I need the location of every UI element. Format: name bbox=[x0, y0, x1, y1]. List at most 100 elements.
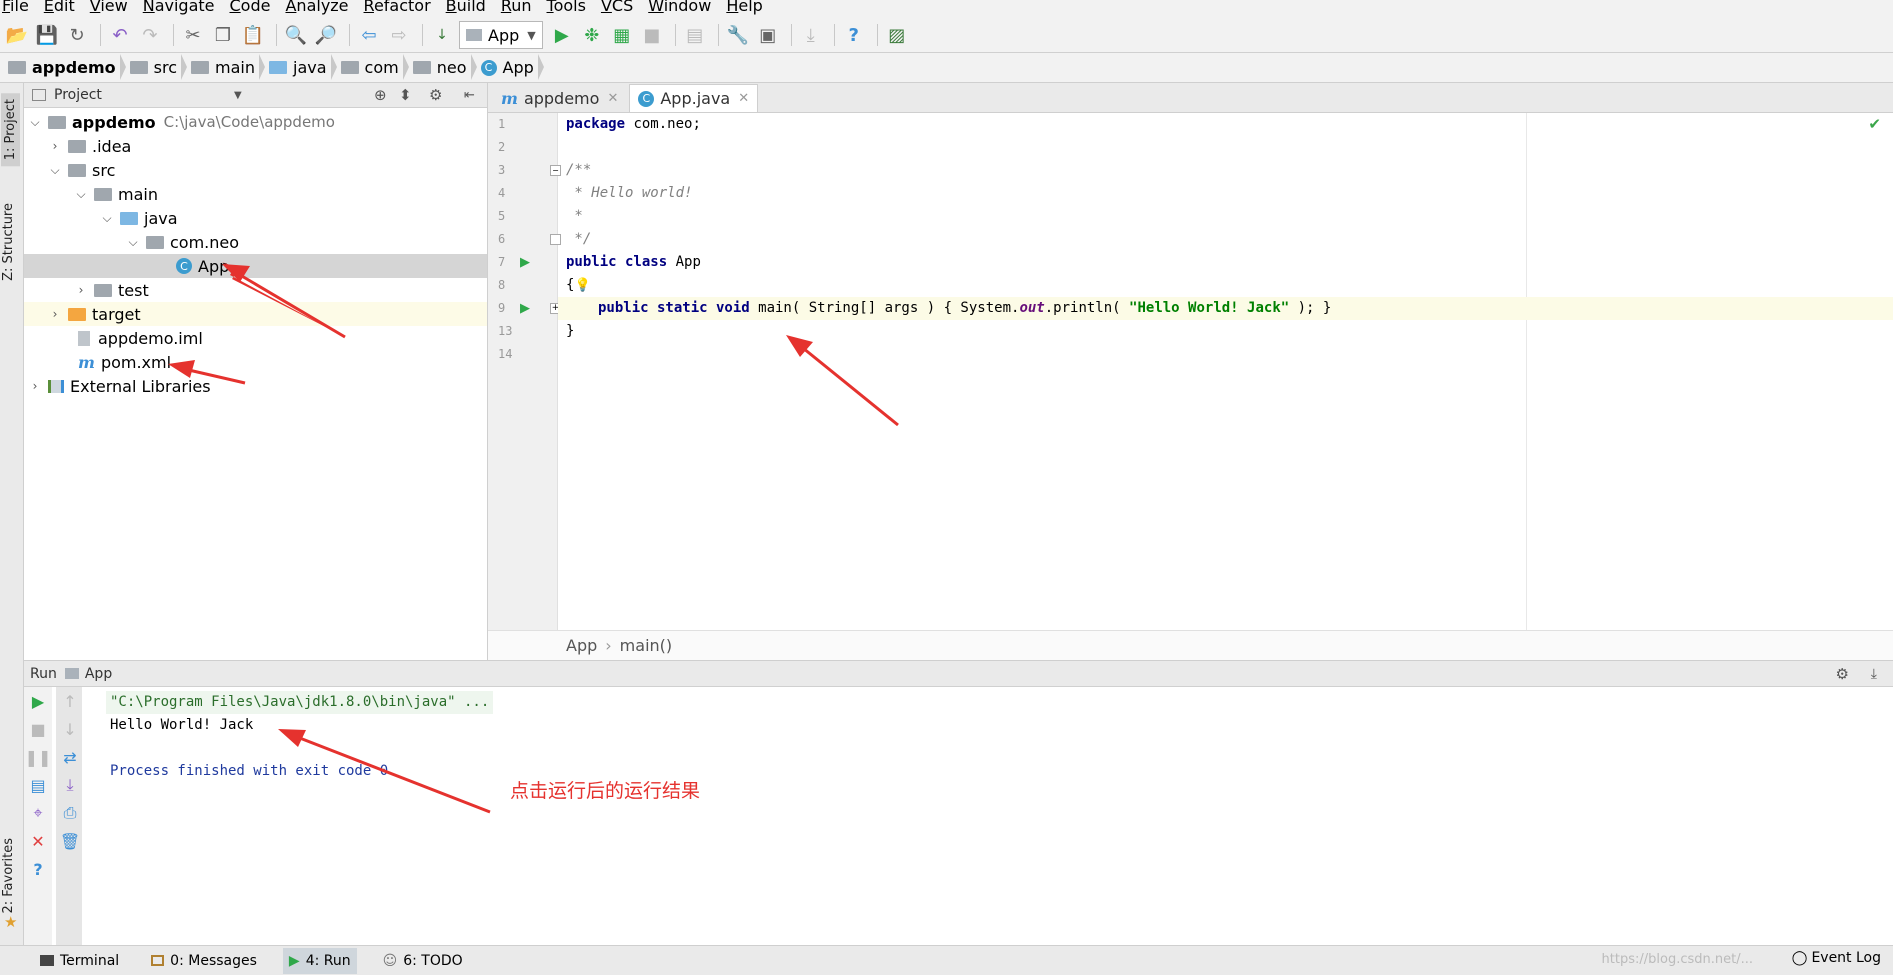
menu-edit[interactable]: Edit bbox=[44, 0, 75, 14]
run-tool-button[interactable]: ▶ 4: Run bbox=[282, 947, 357, 974]
menu-file[interactable]: File bbox=[2, 0, 29, 14]
breadcrumb-main[interactable]: main bbox=[191, 54, 265, 80]
event-log-button[interactable]: ◯ Event Log bbox=[1792, 950, 1881, 966]
messages-tool-button[interactable]: 0: Messages bbox=[145, 948, 263, 974]
gear-icon[interactable]: ⚙ bbox=[1836, 665, 1849, 683]
settings-wrench-icon[interactable]: 🔧 bbox=[725, 22, 751, 48]
run-icon[interactable]: ▶ bbox=[549, 22, 575, 48]
breadcrumb-com[interactable]: com bbox=[340, 54, 409, 80]
menu-analyze[interactable]: Analyze bbox=[285, 0, 348, 14]
replace-icon[interactable]: 🔎 bbox=[313, 22, 339, 48]
rerun-icon[interactable]: ▶ bbox=[24, 687, 52, 715]
tree-item-pom-xml[interactable]: m pom.xml bbox=[24, 350, 487, 374]
project-view-select[interactable]: Project bbox=[54, 87, 102, 103]
tree-item-idea[interactable]: › .idea bbox=[24, 134, 487, 158]
locate-icon[interactable]: ⊕ bbox=[374, 86, 387, 104]
download-icon[interactable]: ⤓ bbox=[798, 22, 824, 48]
run-gutter-icon[interactable]: ▶ bbox=[520, 301, 530, 316]
run-config-select[interactable]: App ▼ bbox=[459, 21, 543, 49]
chevron-down-icon[interactable]: ⌵ bbox=[126, 235, 140, 250]
project-structure-icon[interactable]: ▤ bbox=[682, 22, 708, 48]
build-icon[interactable]: ↓ bbox=[429, 22, 455, 48]
plugin-icon[interactable]: ▨ bbox=[884, 22, 910, 48]
menu-window[interactable]: Window bbox=[648, 0, 711, 14]
menu-view[interactable]: View bbox=[90, 0, 128, 14]
chevron-right-icon[interactable]: › bbox=[74, 283, 88, 297]
run-gutter-icon[interactable]: ▶ bbox=[520, 255, 530, 270]
back-icon[interactable]: ⇦ bbox=[356, 22, 382, 48]
editor-crumb-class[interactable]: App bbox=[566, 636, 597, 655]
tree-item-test[interactable]: › test bbox=[24, 278, 487, 302]
help-icon[interactable]: ? bbox=[24, 855, 52, 883]
close-icon[interactable]: ✕ bbox=[607, 91, 618, 106]
copy-icon[interactable]: ❐ bbox=[210, 22, 236, 48]
project-tool-tab[interactable]: 1: Project bbox=[1, 93, 20, 167]
todo-tool-button[interactable]: ☺ 6: TODO bbox=[377, 948, 469, 974]
restore-layout-icon[interactable]: ▤ bbox=[24, 771, 52, 799]
breadcrumb-src[interactable]: src bbox=[129, 54, 188, 80]
intention-bulb-icon[interactable]: 💡 bbox=[574, 278, 590, 293]
hide-icon[interactable]: ⇤ bbox=[464, 88, 475, 103]
soft-wrap-icon[interactable]: ⇄ bbox=[56, 743, 84, 771]
chevron-right-icon[interactable]: › bbox=[48, 139, 62, 153]
tree-item-app[interactable]: C App bbox=[24, 254, 487, 278]
tree-item-external-libraries[interactable]: › External Libraries bbox=[24, 374, 487, 398]
console-output[interactable]: "C:\Program Files\Java\jdk1.8.0\bin\java… bbox=[106, 691, 494, 783]
pin-icon[interactable]: ⌖ bbox=[24, 799, 52, 827]
menu-navigate[interactable]: Navigate bbox=[143, 0, 215, 14]
print-icon[interactable]: ⎙ bbox=[56, 799, 84, 827]
tree-item-appdemo-iml[interactable]: appdemo.iml bbox=[24, 326, 487, 350]
tree-item-appdemo[interactable]: ⌵ appdemo C:\java\Code\appdemo bbox=[24, 110, 487, 134]
hide-panel-icon[interactable]: ⤓ bbox=[1871, 666, 1877, 682]
tree-item-main[interactable]: ⌵ main bbox=[24, 182, 487, 206]
find-icon[interactable]: 🔍 bbox=[283, 22, 309, 48]
breadcrumb-java[interactable]: java bbox=[269, 54, 337, 80]
tree-item-java[interactable]: ⌵ java bbox=[24, 206, 487, 230]
tab-appdemo[interactable]: m appdemo ✕ bbox=[492, 84, 627, 112]
menu-tools[interactable]: Tools bbox=[547, 0, 586, 14]
scroll-up-icon[interactable]: ↑ bbox=[56, 687, 84, 715]
menu-vcs[interactable]: VCS bbox=[601, 0, 633, 14]
chevron-down-icon[interactable]: ⌵ bbox=[48, 163, 62, 178]
coverage-icon[interactable]: ▦ bbox=[609, 22, 635, 48]
breadcrumb-appdemo[interactable]: appdemo bbox=[8, 54, 126, 80]
menu-code[interactable]: Code bbox=[230, 0, 271, 14]
tree-item-com-neo[interactable]: ⌵ com.neo bbox=[24, 230, 487, 254]
paste-icon[interactable]: 📋 bbox=[240, 22, 266, 48]
redo-icon[interactable]: ↷ bbox=[137, 22, 163, 48]
breadcrumb-app[interactable]: C App bbox=[480, 54, 545, 80]
code-area[interactable]: package com.neo; /** * Hello world! * */… bbox=[558, 113, 1893, 630]
breadcrumb-neo[interactable]: neo bbox=[412, 54, 477, 80]
save-icon[interactable]: 💾 bbox=[34, 22, 60, 48]
close-icon[interactable]: ✕ bbox=[24, 827, 52, 855]
chevron-right-icon[interactable]: › bbox=[48, 307, 62, 321]
sdk-icon[interactable]: ▣ bbox=[755, 22, 781, 48]
tree-item-src[interactable]: ⌵ src bbox=[24, 158, 487, 182]
cut-icon[interactable]: ✂ bbox=[180, 22, 206, 48]
debug-icon[interactable]: ❉ bbox=[579, 22, 605, 48]
chevron-right-icon[interactable]: › bbox=[28, 379, 42, 393]
menu-help[interactable]: Help bbox=[726, 0, 762, 14]
stop-icon[interactable]: ■ bbox=[639, 22, 665, 48]
close-icon[interactable]: ✕ bbox=[738, 91, 749, 106]
collapse-icon[interactable]: ⬍ bbox=[399, 86, 412, 104]
editor-crumb-method[interactable]: main() bbox=[620, 636, 672, 655]
pause-icon[interactable]: ❚❚ bbox=[24, 743, 52, 771]
chevron-down-icon[interactable]: ⌵ bbox=[28, 115, 42, 130]
trash-icon[interactable]: 🗑 bbox=[56, 827, 84, 855]
terminal-tool-button[interactable]: Terminal bbox=[34, 948, 125, 974]
menu-run[interactable]: Run bbox=[501, 0, 532, 14]
tab-app-java[interactable]: C App.java ✕ bbox=[629, 84, 759, 112]
tree-item-target[interactable]: › target bbox=[24, 302, 487, 326]
run-tab-app[interactable]: App bbox=[85, 666, 112, 682]
sync-icon[interactable]: ↻ bbox=[64, 22, 90, 48]
open-folder-icon[interactable]: 📂 bbox=[4, 22, 30, 48]
chevron-down-icon[interactable]: ⌵ bbox=[74, 187, 88, 202]
help-icon[interactable]: ? bbox=[841, 22, 867, 48]
forward-icon[interactable]: ⇨ bbox=[386, 22, 412, 48]
menu-refactor[interactable]: Refactor bbox=[364, 0, 431, 14]
chevron-down-icon[interactable]: ⌵ bbox=[100, 211, 114, 226]
chevron-down-icon[interactable]: ▼ bbox=[234, 90, 242, 101]
gear-icon[interactable]: ⚙ bbox=[429, 86, 442, 104]
favorites-tool-tab[interactable]: 2: Favorites bbox=[1, 838, 16, 914]
